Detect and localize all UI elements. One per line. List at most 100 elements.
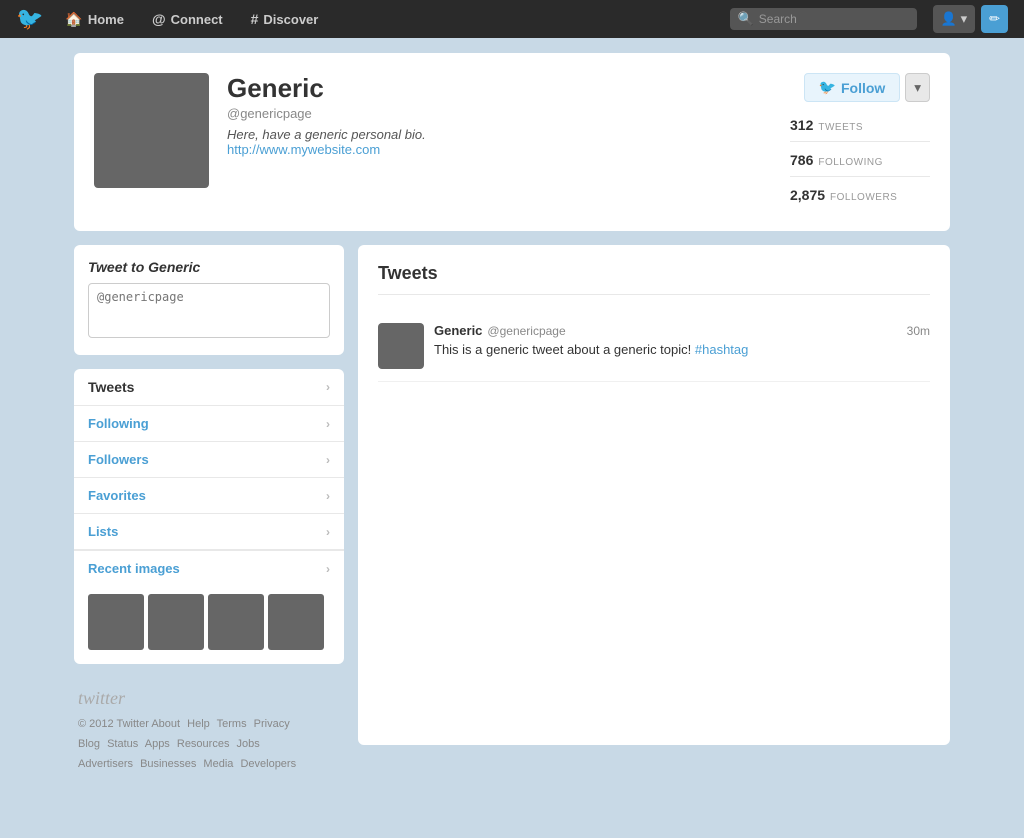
profile-header: Generic @genericpage Here, have a generi… xyxy=(74,53,950,231)
tweets-count: 312 xyxy=(790,117,813,133)
lists-label: Lists xyxy=(88,524,118,539)
sidebar-footer: twitter © 2012 Twitter About Help Terms … xyxy=(74,678,344,784)
user-menu-button[interactable]: 👤 ▾ xyxy=(933,5,975,33)
tweet-header: Generic @genericpage 30m xyxy=(434,323,930,338)
user-icon: 👤 ▾ xyxy=(941,11,967,27)
following-count: 786 xyxy=(790,152,813,168)
favorites-label: Favorites xyxy=(88,488,146,503)
sidebar-nav-title: Tweets xyxy=(88,379,134,395)
sidebar-item-following[interactable]: Following › xyxy=(74,406,344,442)
recent-images-label: Recent images xyxy=(88,561,180,576)
connect-icon: @ xyxy=(152,11,166,27)
profile-website[interactable]: http://www.mywebsite.com xyxy=(227,142,380,157)
footer-developers[interactable]: Developers xyxy=(240,758,296,770)
tweet-author-handle: @genericpage xyxy=(487,324,565,338)
profile-avatar xyxy=(94,73,209,188)
followers-label: FOLLOWERS xyxy=(830,192,897,203)
tweet-box: Tweet to Generic xyxy=(74,245,344,355)
recent-image-4[interactable] xyxy=(268,594,324,650)
lists-chevron-icon: › xyxy=(326,525,330,539)
search-bar: 🔍 xyxy=(730,8,917,30)
recent-images-grid xyxy=(74,586,344,664)
tweet-text-content: This is a generic tweet about a generic … xyxy=(434,342,691,357)
recent-image-2[interactable] xyxy=(148,594,204,650)
tweet-time: 30m xyxy=(907,324,930,338)
tweet-avatar xyxy=(378,323,424,369)
twitter-logo-icon: 🐦 xyxy=(16,8,43,30)
following-label: Following xyxy=(88,416,149,431)
search-input[interactable] xyxy=(759,12,909,26)
profile-info: Generic @genericpage Here, have a generi… xyxy=(227,73,772,157)
tweet-item: Generic @genericpage 30m This is a gener… xyxy=(378,311,930,382)
footer-businesses[interactable]: Businesses xyxy=(140,758,196,770)
footer-terms[interactable]: Terms xyxy=(217,718,247,730)
footer-help[interactable]: Help xyxy=(187,718,210,730)
footer-about[interactable]: About xyxy=(151,718,180,730)
footer-jobs[interactable]: Jobs xyxy=(237,738,260,750)
favorites-chevron-icon: › xyxy=(326,489,330,503)
chevron-down-icon: ▾ xyxy=(914,80,921,95)
profile-bio: Here, have a generic personal bio. xyxy=(227,127,772,142)
sidebar-item-lists[interactable]: Lists › xyxy=(74,514,344,550)
footer-media[interactable]: Media xyxy=(203,758,233,770)
tweet-text: This is a generic tweet about a generic … xyxy=(434,341,930,359)
footer-logo: twitter xyxy=(78,688,340,709)
recent-image-3[interactable] xyxy=(208,594,264,650)
home-icon: 🏠 xyxy=(65,11,82,28)
compose-tweet-button[interactable]: ✏ xyxy=(981,5,1008,33)
nav-home[interactable]: 🏠 Home xyxy=(51,0,138,38)
nav-discover-label: Discover xyxy=(263,12,318,27)
profile-handle: @genericpage xyxy=(227,106,772,121)
footer-status[interactable]: Status xyxy=(107,738,138,750)
tweet-box-title: Tweet to Generic xyxy=(88,259,330,275)
following-chevron-icon: › xyxy=(326,417,330,431)
follow-button[interactable]: 🐦 Follow xyxy=(804,73,901,102)
twitter-bird-icon: 🐦 xyxy=(819,79,836,96)
recent-images-section[interactable]: Recent images › xyxy=(74,550,344,586)
followers-label: Followers xyxy=(88,452,149,467)
tweets-label: TWEETS xyxy=(818,122,863,133)
tweet-textarea[interactable] xyxy=(88,283,330,338)
navbar: 🐦 🏠 Home @ Connect # Discover 🔍 👤 ▾ ✏ xyxy=(0,0,1024,38)
followers-chevron-icon: › xyxy=(326,453,330,467)
nav-items: 🏠 Home @ Connect # Discover xyxy=(51,0,390,38)
following-label: FOLLOWING xyxy=(818,157,883,168)
tweet-hashtag[interactable]: #hashtag xyxy=(695,342,749,357)
sidebar: Tweet to Generic Tweets › Following › Fo… xyxy=(74,245,344,784)
sidebar-nav-header: Tweets › xyxy=(74,369,344,406)
recent-images-chevron-icon: › xyxy=(326,562,330,576)
followers-count: 2,875 xyxy=(790,187,825,203)
profile-stats: 312 TWEETS 786 FOLLOWING 2,875 FOLLOWERS xyxy=(790,117,930,211)
compose-icon: ✏ xyxy=(989,11,1000,27)
following-stat: 786 FOLLOWING xyxy=(790,152,930,177)
footer-resources[interactable]: Resources xyxy=(177,738,230,750)
sidebar-item-favorites[interactable]: Favorites › xyxy=(74,478,344,514)
sidebar-nav: Tweets › Following › Followers › Favorit… xyxy=(74,369,344,664)
profile-actions: 🐦 Follow ▾ xyxy=(804,73,930,102)
nav-connect[interactable]: @ Connect xyxy=(138,0,237,38)
footer-privacy[interactable]: Privacy xyxy=(254,718,290,730)
nav-discover[interactable]: # Discover xyxy=(237,0,333,38)
footer-blog[interactable]: Blog xyxy=(78,738,100,750)
discover-icon: # xyxy=(251,11,259,27)
tweets-panel-title: Tweets xyxy=(378,263,930,295)
search-icon: 🔍 xyxy=(738,11,754,27)
footer-copyright: © 2012 Twitter xyxy=(78,718,149,730)
page-content: Generic @genericpage Here, have a generi… xyxy=(62,38,962,799)
tweets-stat: 312 TWEETS xyxy=(790,117,930,142)
nav-connect-label: Connect xyxy=(171,12,223,27)
recent-image-1[interactable] xyxy=(88,594,144,650)
profile-name: Generic xyxy=(227,73,772,104)
followers-stat: 2,875 FOLLOWERS xyxy=(790,187,930,211)
footer-advertisers[interactable]: Advertisers xyxy=(78,758,133,770)
more-options-button[interactable]: ▾ xyxy=(905,73,930,102)
sidebar-item-followers[interactable]: Followers › xyxy=(74,442,344,478)
tweets-panel: Tweets Generic @genericpage 30m This is … xyxy=(358,245,950,745)
tweets-chevron-icon: › xyxy=(326,380,330,394)
tweet-body: Generic @genericpage 30m This is a gener… xyxy=(434,323,930,369)
lower-section: Tweet to Generic Tweets › Following › Fo… xyxy=(74,245,950,784)
footer-apps[interactable]: Apps xyxy=(145,738,170,750)
follow-label: Follow xyxy=(841,80,885,96)
tweet-author-name: Generic xyxy=(434,323,482,338)
footer-links: © 2012 Twitter About Help Terms Privacy … xyxy=(78,715,340,774)
